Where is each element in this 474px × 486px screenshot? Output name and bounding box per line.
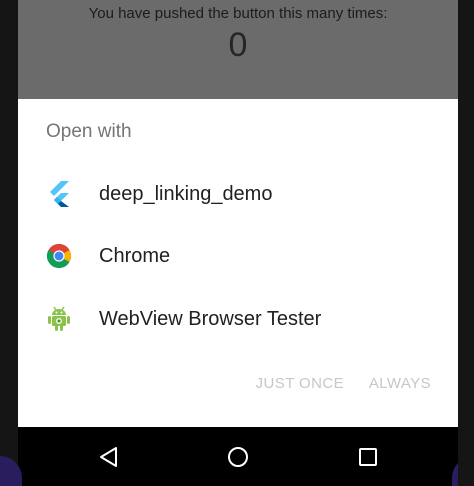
app-option-chrome[interactable]: Chrome — [18, 228, 458, 284]
phone-screen: You have pushed the button this many tim… — [18, 0, 458, 486]
device-frame: You have pushed the button this many tim… — [0, 0, 474, 486]
android-icon — [45, 305, 73, 333]
sheet-title: Open with — [46, 121, 132, 142]
recents-square-icon[interactable] — [352, 441, 384, 473]
always-button[interactable]: ALWAYS — [369, 375, 431, 392]
just-once-button[interactable]: JUST ONCE — [256, 375, 344, 392]
open-with-sheet: Open with deep_linking_demo Chrome WebVi… — [18, 99, 458, 427]
flutter-icon — [45, 180, 73, 208]
back-triangle-icon[interactable] — [93, 441, 125, 473]
counter-value: 0 — [228, 26, 248, 64]
app-option-webview-browser-tester[interactable]: WebView Browser Tester — [18, 291, 458, 347]
app-background-dimmed: You have pushed the button this many tim… — [18, 0, 458, 100]
app-option-label: Chrome — [99, 244, 171, 267]
app-option-label: WebView Browser Tester — [99, 307, 322, 330]
app-option-label: deep_linking_demo — [99, 182, 273, 205]
system-navigation-bar — [18, 427, 458, 486]
counter-caption: You have pushed the button this many tim… — [88, 5, 388, 22]
home-circle-icon[interactable] — [222, 441, 254, 473]
app-option-deep-linking-demo[interactable]: deep_linking_demo — [18, 166, 458, 222]
chrome-icon — [45, 242, 73, 270]
